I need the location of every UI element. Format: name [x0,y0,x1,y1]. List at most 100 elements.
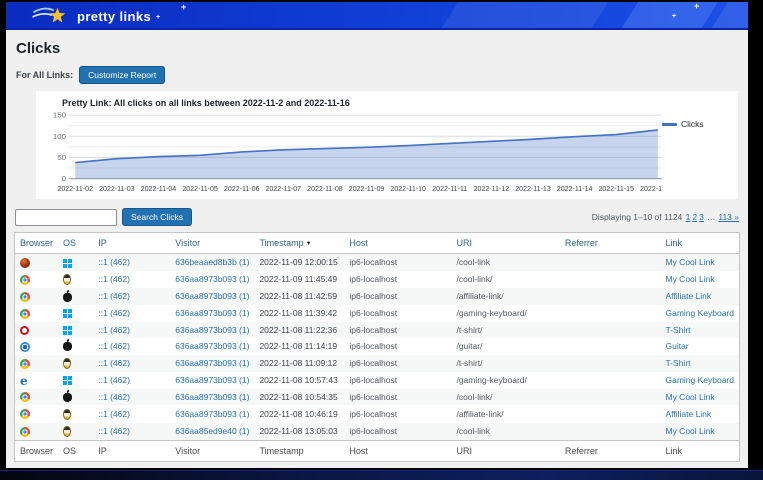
uri-cell: /guitar/ [456,341,482,351]
visitor-link[interactable]: 636aa8973b093 (1) [175,409,249,419]
uri-cell: /t-shirt/ [456,358,482,368]
visitor-link[interactable]: 636beaaed8b3b (1) [175,257,249,267]
visitor-link[interactable]: 636aa8973b093 (1) [175,325,249,335]
page-link-3[interactable]: 3 [699,212,704,222]
ip-link[interactable]: ::1 (462) [98,257,130,267]
pretty-link[interactable]: Affiliate Link [665,409,711,419]
search-clicks-button[interactable]: Search Clicks [122,208,192,226]
visitor-link[interactable]: 636aa8973b093 (1) [175,341,249,351]
svg-text:2022-11-11: 2022-11-11 [432,186,467,193]
pretty-link[interactable]: My Cool Link [665,426,714,436]
browser-cell [15,355,59,372]
column-header-os[interactable]: OS [58,233,93,254]
ip-link-cell: ::1 (462) [93,288,170,305]
pretty-link[interactable]: Guitar [665,341,688,351]
sparkle-icon [181,4,186,11]
column-header-referrer[interactable]: Referrer [560,233,661,254]
column-header-uri[interactable]: URI [451,233,559,254]
ip-link[interactable]: ::1 (462) [98,392,130,402]
visitor-link-cell: 636beaaed8b3b (1) [170,254,254,271]
visitor-link[interactable]: 636aa8973b093 (1) [175,392,249,402]
os-cell [58,288,93,305]
ip-link[interactable]: ::1 (462) [98,426,130,436]
visitor-link-cell: 636aa8973b093 (1) [170,271,254,288]
timestamp-cell: 2022-11-08 11:14:19 [254,338,344,355]
visitor-link[interactable]: 636aa8973b093 (1) [175,375,249,385]
svg-text:2022-11-12: 2022-11-12 [474,186,510,193]
ip-link[interactable]: ::1 (462) [98,325,130,335]
visitor-link[interactable]: 636aa85ed9e40 (1) [175,426,249,436]
host-cell: ip6-localhost [349,426,397,436]
pretty-link[interactable]: T-Shirt [665,358,690,368]
host-cell: ip6-localhost [349,257,397,267]
chart-title: Pretty Link: All clicks on all links bet… [62,98,732,108]
svg-text:2022-11-14: 2022-11-14 [557,186,593,193]
timestamp-cell: 2022-11-08 10:54:35 [254,389,344,406]
pretty-link[interactable]: T-Shirt [665,325,690,335]
visitor-link[interactable]: 636aa8973b093 (1) [175,291,249,301]
ip-link-cell: ::1 (462) [93,389,170,406]
referrer-cell [560,338,661,355]
visitor-link-cell: 636aa85ed9e40 (1) [170,423,254,441]
pretty-link[interactable]: My Cool Link [665,392,714,402]
clicks-chart-card: Pretty Link: All clicks on all links bet… [36,91,738,199]
visitor-link[interactable]: 636aa8973b093 (1) [175,358,249,368]
column-header-link[interactable]: Link [660,233,739,254]
pretty-link-cell: My Cool Link [660,423,739,441]
sparkle-icon [672,13,676,20]
visitor-link[interactable]: 636aa8973b093 (1) [175,274,249,284]
ip-link-cell: ::1 (462) [93,322,170,338]
page-title: Clicks [16,40,740,57]
timestamp-cell: 2022-11-08 10:54:35 [259,392,337,402]
visitor-link-cell: 636aa8973b093 (1) [170,405,254,422]
customize-report-button[interactable]: Customize Report [79,66,165,84]
page-link-last[interactable]: 113 » [718,212,739,222]
page-link-1[interactable]: 1 [686,212,691,222]
visitor-link[interactable]: 636aa8973b093 (1) [175,308,249,318]
legend-swatch-icon [662,123,677,126]
ip-link[interactable]: ::1 (462) [98,375,130,385]
pretty-link[interactable]: My Cool Link [665,274,714,284]
visitor-link-cell: 636aa8973b093 (1) [170,338,254,355]
ip-link-cell: ::1 (462) [93,405,170,422]
referrer-cell [560,355,661,372]
page-link-2[interactable]: 2 [692,212,697,222]
column-header-browser: Browser [15,440,59,461]
pretty-link-cell: Guitar [660,338,739,355]
os-cell [58,271,93,288]
uri-cell: /gaming-keyboard/ [451,372,559,389]
column-header-visitor[interactable]: Visitor [170,233,254,254]
ip-link[interactable]: ::1 (462) [98,308,130,318]
ip-link[interactable]: ::1 (462) [98,291,130,301]
svg-text:2022-11-03: 2022-11-03 [99,186,135,193]
host-cell: ip6-localhost [344,338,451,355]
timestamp-cell: 2022-11-08 11:42:59 [259,291,337,301]
host-cell: ip6-localhost [344,405,451,422]
browser-cell [15,288,59,305]
host-cell: ip6-localhost [344,254,451,271]
pretty-link[interactable]: Gaming Keyboard [665,375,734,385]
pretty-link[interactable]: Gaming Keyboard [665,308,734,318]
ip-link[interactable]: ::1 (462) [98,409,130,419]
column-header-browser[interactable]: Browser [15,233,59,254]
uri-cell: /affiliate-link/ [456,409,503,419]
pretty-link[interactable]: Affiliate Link [665,291,711,301]
ip-link[interactable]: ::1 (462) [98,341,130,351]
uri-cell: /gaming-keyboard/ [451,305,559,322]
apple-os-icon [63,293,72,302]
logo-text: pretty links [77,9,151,24]
column-header-ip[interactable]: IP [93,233,170,254]
search-input[interactable] [15,209,117,226]
host-cell: ip6-localhost [344,271,451,288]
ip-link[interactable]: ::1 (462) [98,358,130,368]
pagination-ellipsis: … [707,212,716,222]
ip-link[interactable]: ::1 (462) [98,274,130,284]
column-header-timestamp[interactable]: Timestamp▼ [254,233,344,254]
svg-text:2022-11-13: 2022-11-13 [515,186,551,193]
apple-os-icon [63,342,72,351]
column-header-host[interactable]: Host [344,233,451,254]
svg-text:150: 150 [53,111,66,120]
pretty-link[interactable]: My Cool Link [665,257,714,267]
chrome-browser-icon [20,427,30,437]
referrer-cell [560,405,661,422]
